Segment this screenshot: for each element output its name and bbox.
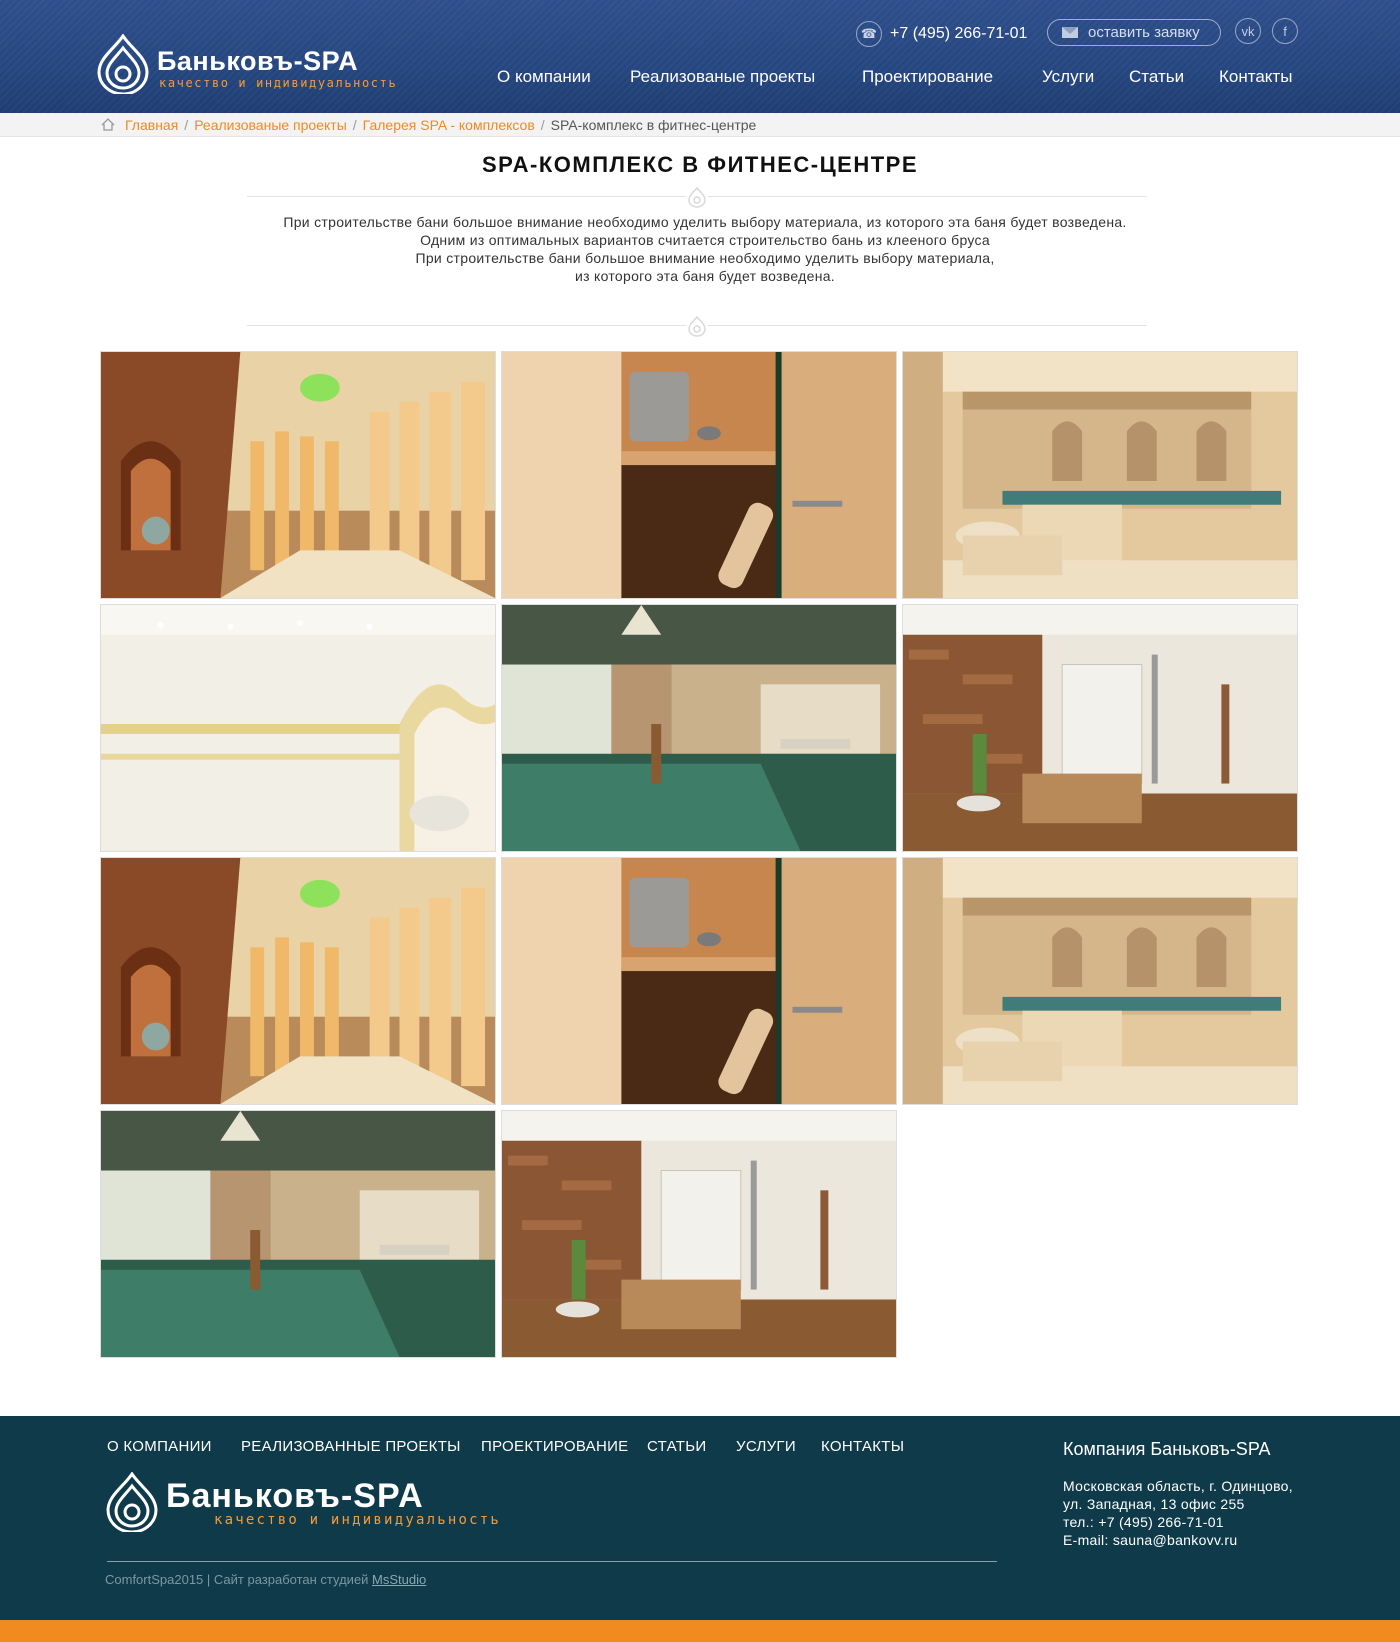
- nav-projects[interactable]: Реализованые проекты: [630, 67, 815, 87]
- address-line: Московская область, г. Одинцово,: [1063, 1478, 1293, 1494]
- gallery-photo-sauna-door[interactable]: [501, 351, 897, 599]
- gallery-photo-shower-room[interactable]: [501, 1110, 897, 1358]
- nav-articles[interactable]: Статьи: [1129, 67, 1184, 87]
- footer-nav-design[interactable]: ПРОЕКТИРОВАНИЕ: [481, 1438, 628, 1455]
- brand-tagline: качество и индивидуальность: [159, 76, 398, 90]
- intro-divider: [247, 315, 1147, 337]
- footer-logo[interactable]: Баньковъ-SPA качество и индивидуальность: [104, 1472, 504, 1536]
- gallery-photo-hammam[interactable]: [100, 604, 496, 852]
- footer-nav-services[interactable]: УСЛУГИ: [736, 1438, 796, 1455]
- nav-services[interactable]: Услуги: [1042, 67, 1094, 87]
- facebook-icon[interactable]: f: [1272, 18, 1298, 44]
- phone-icon: ☎: [856, 21, 882, 47]
- site-header: Баньковъ-SPA качество и индивидуальность…: [0, 0, 1400, 113]
- gallery-photo-salt-cave[interactable]: [100, 351, 496, 599]
- phone-number: +7 (495) 266-71-01: [890, 25, 1028, 42]
- drop-divider-icon: [686, 315, 708, 337]
- footer-address: Московская область, г. Одинцово, ул. Зап…: [1063, 1477, 1293, 1549]
- breadcrumb: Главная / Реализованые проекты / Галерея SPA…: [0, 113, 1400, 137]
- intro-line: При строительстве бани большое внимание …: [415, 250, 995, 266]
- header-phone[interactable]: ☎ +7 (495) 266-71-01: [856, 21, 1027, 47]
- breadcrumb-current: SPA-комплекс в фитнес-центре: [550, 117, 757, 133]
- gallery-photo-sauna-door[interactable]: [501, 857, 897, 1105]
- title-divider: [247, 186, 1147, 208]
- request-button[interactable]: оставить заявку: [1047, 19, 1221, 46]
- gallery-photo-pool-room[interactable]: [100, 1110, 496, 1358]
- intro-line: Одним из оптимальных вариантов считается…: [420, 232, 990, 248]
- drop-logo-icon: [106, 1472, 158, 1532]
- footer-nav-contacts[interactable]: КОНТАКТЫ: [821, 1438, 904, 1455]
- request-button-label: оставить заявку: [1088, 24, 1200, 41]
- gallery-photo-pool-hall[interactable]: [902, 857, 1298, 1105]
- copyright-text: ComfortSpa2015 | Сайт разработан студией: [105, 1572, 373, 1587]
- footer-brand-tagline: качество и индивидуальность: [214, 1512, 501, 1528]
- intro-line: При строительстве бани большое внимание …: [283, 214, 1127, 230]
- footer-brand-name: Баньковъ-SPA: [166, 1477, 424, 1515]
- footer-nav-projects[interactable]: РЕАЛИЗОВАННЫЕ ПРОЕКТЫ: [241, 1438, 461, 1455]
- bottom-accent-bar: [0, 1620, 1400, 1642]
- breadcrumb-home[interactable]: Главная: [125, 117, 178, 133]
- page-title: SPA-КОМПЛЕКС В ФИТНЕС-ЦЕНТРЕ: [481, 152, 919, 177]
- nav-about[interactable]: О компании: [497, 67, 591, 87]
- intro-text: При строительстве бани большое внимание …: [280, 213, 1130, 285]
- breadcrumb-projects[interactable]: Реализованые проекты: [194, 117, 347, 133]
- footer-divider: [107, 1561, 997, 1562]
- studio-link[interactable]: MsStudio: [372, 1572, 426, 1587]
- footer-phone[interactable]: тел.: +7 (495) 266-71-01: [1063, 1513, 1293, 1531]
- drop-logo-icon: [97, 34, 149, 94]
- gallery-photo-pool-hall[interactable]: [902, 351, 1298, 599]
- copyright: ComfortSpa2015 | Сайт разработан студией…: [105, 1572, 426, 1587]
- footer-nav-articles[interactable]: СТАТЬИ: [647, 1438, 706, 1455]
- breadcrumb-gallery[interactable]: Галерея SPA - комплексов: [363, 117, 535, 133]
- gallery-photo-pool-room[interactable]: [501, 604, 897, 852]
- brand-logo[interactable]: Баньковъ-SPA качество и индивидуальность: [95, 34, 415, 94]
- footer-email[interactable]: E-mail: sauna@bankovv.ru: [1063, 1531, 1293, 1549]
- gallery-photo-shower-room[interactable]: [902, 604, 1298, 852]
- envelope-icon: [1062, 27, 1078, 38]
- brand-name: Баньковъ-SPA: [157, 46, 359, 76]
- vk-icon[interactable]: vk: [1235, 18, 1261, 44]
- footer-nav-about[interactable]: О КОМПАНИИ: [107, 1438, 212, 1455]
- address-line: ул. Западная, 13 офис 255: [1063, 1496, 1245, 1512]
- gallery-photo-salt-cave[interactable]: [100, 857, 496, 1105]
- nav-design[interactable]: Проектирование: [862, 67, 993, 87]
- drop-divider-icon: [686, 186, 708, 208]
- intro-line: из которого эта баня будет возведена.: [574, 268, 836, 284]
- footer-company-title: Компания Баньковъ-SPA: [1063, 1439, 1271, 1459]
- home-icon[interactable]: [101, 118, 115, 131]
- nav-contacts[interactable]: Контакты: [1219, 67, 1292, 87]
